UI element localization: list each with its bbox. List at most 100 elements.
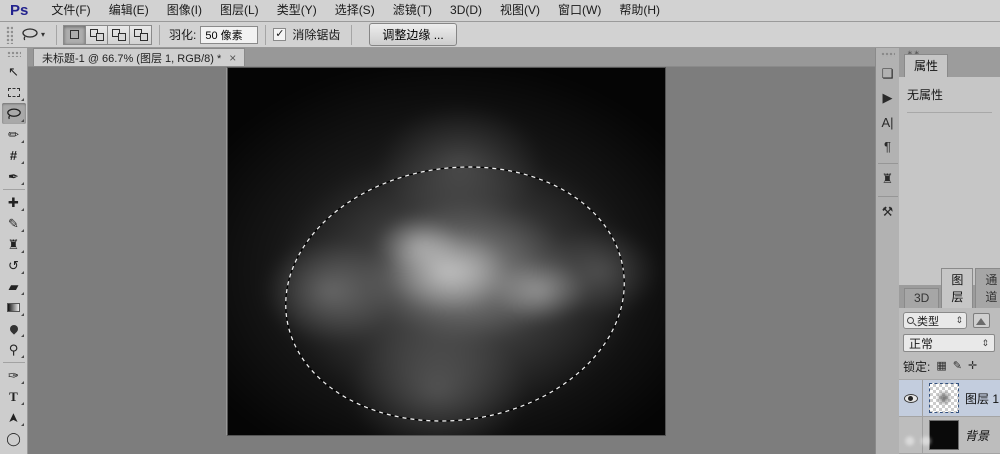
layer-filter-select[interactable]: 类型 ⇕ [903, 312, 967, 329]
quick-selection-tool[interactable]: ✏ [2, 124, 26, 145]
tool-preset-arrow-icon: ▾ [41, 30, 45, 39]
new-selection-button[interactable] [63, 25, 86, 45]
feather-input[interactable] [200, 26, 258, 44]
layer-name[interactable]: 背景 [965, 427, 989, 444]
menu-image[interactable]: 图像(I) [158, 0, 211, 21]
strip-divider [878, 196, 898, 197]
eye-icon [904, 394, 918, 403]
layer-filter-row: 类型 ⇕ [899, 308, 1000, 332]
menu-type[interactable]: 类型(Y) [268, 0, 326, 21]
actions-panel-icon[interactable]: ▶ [877, 87, 899, 109]
no-properties-text: 无属性 [907, 86, 992, 113]
panel-strip-grip[interactable] [881, 52, 895, 57]
tab-channels[interactable]: 通道 [975, 268, 1000, 308]
menu-bar: Ps 文件(F) 编辑(E) 图像(I) 图层(L) 类型(Y) 选择(S) 滤… [0, 0, 1000, 22]
subtract-from-selection-icon [112, 29, 126, 41]
subtract-from-selection-button[interactable] [107, 25, 130, 45]
clone-stamp-tool[interactable]: ♜ [2, 234, 26, 255]
menu-window[interactable]: 窗口(W) [549, 0, 610, 21]
blur-drop-icon [8, 323, 19, 334]
character-panel-icon[interactable]: A| [877, 111, 899, 133]
menu-select[interactable]: 选择(S) [326, 0, 384, 21]
lock-row: 锁定: ▦ ✎ ✛ [899, 355, 1000, 380]
layer-name[interactable]: 图层 1 [965, 390, 999, 407]
gradient-tool[interactable] [2, 297, 26, 318]
intersect-selection-button[interactable] [129, 25, 152, 45]
menu-help[interactable]: 帮助(H) [610, 0, 669, 21]
document-title: 未标题-1 @ 66.7% (图层 1, RGB/8) * [42, 50, 221, 66]
tab-3d[interactable]: 3D [904, 288, 939, 308]
healing-brush-icon: ✚ [8, 195, 19, 211]
healing-brush-tool[interactable]: ✚ [2, 192, 26, 213]
lock-label: 锁定: [903, 358, 930, 375]
history-brush-icon: ↺ [8, 258, 19, 274]
pixel-layer-filter-icon[interactable] [973, 313, 990, 328]
menu-layer[interactable]: 图层(L) [211, 0, 268, 21]
clone-stamp-icon: ♜ [8, 237, 20, 253]
lock-position-icon[interactable]: ✛ [968, 361, 977, 372]
photoshop-logo: Ps [10, 2, 28, 19]
eyedropper-tool[interactable]: ✒ [2, 166, 26, 187]
toolbox-divider [3, 362, 25, 363]
document-canvas[interactable] [228, 68, 665, 435]
tool-presets-panel-icon[interactable]: ⚒ [877, 201, 899, 223]
path-selection-icon: ➤ [6, 412, 22, 423]
blur-tool[interactable] [2, 318, 26, 339]
menu-3d[interactable]: 3D(D) [441, 0, 491, 21]
brush-tool[interactable]: ✎ [2, 213, 26, 234]
intersect-selection-icon [134, 29, 148, 41]
menu-file[interactable]: 文件(F) [42, 0, 99, 21]
toolbox-divider [3, 189, 25, 190]
lock-pixels-icon[interactable]: ✎ [953, 361, 962, 372]
layer-row-layer1[interactable]: 图层 1 [899, 380, 1000, 417]
toolbox-grip[interactable] [7, 51, 21, 57]
options-bar-grip[interactable] [6, 26, 13, 44]
eyedropper-icon: ✒ [8, 169, 19, 185]
visibility-cell[interactable] [899, 380, 923, 416]
blend-mode-value: 正常 [909, 335, 933, 352]
paragraph-panel-icon[interactable]: ¶ [877, 135, 899, 157]
dodge-tool[interactable]: ⚲ [2, 339, 26, 360]
tool-preset-picker[interactable]: ▾ [17, 26, 49, 43]
blend-mode-select[interactable]: 正常 ⇕ [903, 334, 995, 352]
workspace: ↖ ✏ # ✒ ✚ ✎ ♜ ↺ ▰ ⚲ ✑ T ➤ ◯ 未标题-1 @ 66.7… [0, 48, 1000, 454]
lock-transparency-icon[interactable]: ▦ [936, 361, 946, 372]
strip-divider [878, 163, 898, 164]
antialias-checkbox[interactable]: ✓ [273, 28, 286, 41]
history-brush-tool[interactable]: ↺ [2, 255, 26, 276]
crop-tool[interactable]: # [2, 145, 26, 166]
brush-panel-icon[interactable]: ❏ [877, 63, 899, 85]
menu-view[interactable]: 视图(V) [491, 0, 549, 21]
type-tool[interactable]: T [2, 386, 26, 407]
feather-label: 羽化: [169, 26, 196, 43]
crop-icon: # [10, 148, 17, 163]
right-panel-dock: ∗∗ 属性 无属性 3D 图层 通道 类型 ⇕ [899, 48, 1000, 454]
refine-edge-button[interactable]: 调整边缘 ... [369, 23, 456, 46]
eraser-tool[interactable]: ▰ [2, 276, 26, 297]
move-tool[interactable]: ↖ [2, 61, 26, 82]
marquee-tool[interactable] [2, 82, 26, 103]
lasso-icon [6, 108, 22, 120]
canvas-area[interactable]: 未标题-1 @ 66.7% (图层 1, RGB/8) * × [28, 48, 875, 454]
menu-filter[interactable]: 滤镜(T) [384, 0, 441, 21]
path-selection-tool[interactable]: ➤ [2, 407, 26, 428]
layer1-thumbnail[interactable] [929, 383, 959, 413]
shape-tool[interactable]: ◯ [2, 428, 26, 449]
new-selection-icon [70, 30, 79, 39]
tab-properties[interactable]: 属性 [904, 54, 948, 77]
type-icon: T [9, 389, 18, 405]
filter-type-label: 类型 [917, 313, 939, 329]
properties-tab-row: 属性 [899, 57, 1000, 77]
document-tab[interactable]: 未标题-1 @ 66.7% (图层 1, RGB/8) * × [33, 48, 245, 66]
lasso-icon [21, 28, 39, 41]
close-tab-icon[interactable]: × [229, 52, 236, 64]
selection-marching-ants [228, 68, 665, 435]
spinner-arrows-icon: ⇕ [981, 338, 989, 349]
menu-edit[interactable]: 编辑(E) [100, 0, 158, 21]
add-to-selection-button[interactable] [85, 25, 108, 45]
clone-source-panel-icon[interactable]: ♜ [877, 168, 899, 190]
pen-icon: ✑ [8, 368, 19, 384]
tab-layers[interactable]: 图层 [941, 268, 973, 308]
pen-tool[interactable]: ✑ [2, 365, 26, 386]
lasso-tool[interactable] [2, 103, 26, 124]
